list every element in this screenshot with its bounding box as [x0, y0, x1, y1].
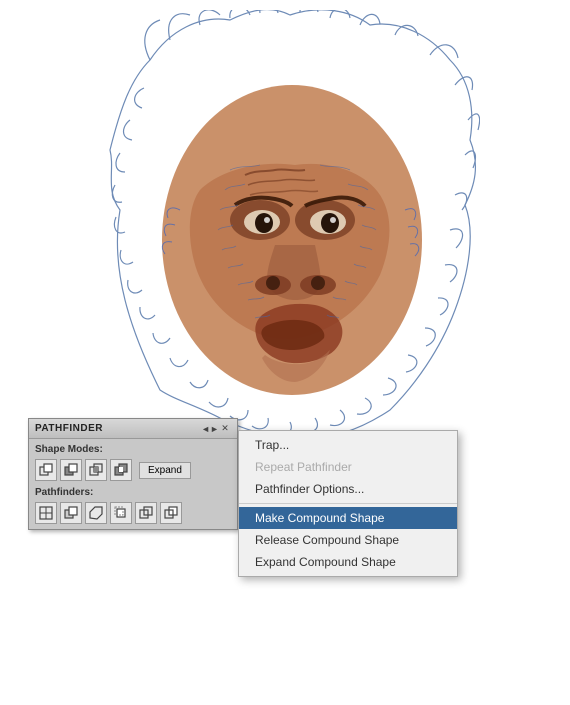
- trim-button[interactable]: [60, 502, 82, 524]
- close-button[interactable]: ✕: [219, 423, 231, 435]
- panel-title: PATHFINDER: [35, 423, 103, 434]
- outline-button[interactable]: [135, 502, 157, 524]
- shape-modes-row: Expand: [35, 459, 231, 481]
- menu-item-options[interactable]: Pathfinder Options...: [239, 478, 457, 500]
- context-menu: Trap... Repeat Pathfinder Pathfinder Opt…: [238, 430, 458, 577]
- subtract-button[interactable]: [60, 459, 82, 481]
- crop-button[interactable]: [110, 502, 132, 524]
- canvas-area: PATHFINDER ◄► ✕ Shape Modes:: [0, 0, 570, 705]
- expand-button[interactable]: Expand: [139, 462, 191, 479]
- pathfinders-row: [35, 502, 231, 524]
- intersect-button[interactable]: [85, 459, 107, 481]
- menu-item-release-compound[interactable]: Release Compound Shape: [239, 529, 457, 551]
- panel-body: Shape Modes:: [29, 439, 237, 529]
- shape-modes-label: Shape Modes:: [35, 444, 231, 455]
- menu-item-repeat: Repeat Pathfinder: [239, 456, 457, 478]
- panel-controls: ◄► ✕: [204, 423, 231, 435]
- illustration: [100, 10, 480, 440]
- unite-button[interactable]: [35, 459, 57, 481]
- menu-separator-1: [239, 503, 457, 504]
- menu-item-expand-compound[interactable]: Expand Compound Shape: [239, 551, 457, 573]
- merge-button[interactable]: [85, 502, 107, 524]
- panel-header: PATHFINDER ◄► ✕: [29, 419, 237, 439]
- collapse-button[interactable]: ◄►: [204, 423, 216, 435]
- pathfinder-panel: PATHFINDER ◄► ✕ Shape Modes:: [28, 418, 238, 530]
- divide-button[interactable]: [35, 502, 57, 524]
- pathfinders-label: Pathfinders:: [35, 487, 231, 498]
- minus-back-button[interactable]: [160, 502, 182, 524]
- menu-item-make-compound[interactable]: Make Compound Shape: [239, 507, 457, 529]
- menu-item-trap[interactable]: Trap...: [239, 434, 457, 456]
- exclude-button[interactable]: [110, 459, 132, 481]
